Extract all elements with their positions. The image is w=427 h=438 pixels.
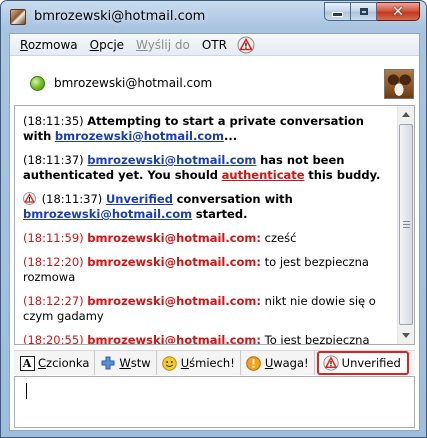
buddy-link[interactable]: bmrozewski@hotmail.com [23,207,192,221]
message-sender: bmrozewski@hotmail.com: [87,333,261,344]
message-timestamp: (18:11:37) [41,192,103,206]
unverified-link[interactable]: Unverified [106,192,173,206]
menu-rozmowa-accel: R [20,37,28,52]
unverified-warning-icon [23,192,36,205]
buddy-avatar [384,69,414,99]
menu-opcje-accel: O [89,37,100,52]
message-text-tail: this buddy. [308,168,381,182]
message-timestamp: (18:11:35) [23,114,84,128]
window-client: Rozmowa Opcje Wyślij do OTR bmrozewski@h… [9,33,420,431]
insert-button-label: Wstw [119,356,151,370]
otr-status-label: Unverified [341,356,401,370]
message-sender: bmrozewski@hotmail.com: [87,231,261,245]
conversation-scrollbar[interactable] [397,106,414,344]
attention-icon [246,355,262,371]
chat-message: (18:12:20) bmrozewski@hotmail.com: to je… [23,255,391,285]
insert-button[interactable]: Wstw [95,351,157,375]
chat-message: (18:11:59) bmrozewski@hotmail.com: cześć [23,231,391,246]
font-button-label: Czcionka [38,356,90,370]
message-timestamp: (18:12:20) [23,255,84,269]
buddy-icon [10,9,26,25]
message-timestamp: (18:20:55) [23,333,84,344]
system-message: (18:11:37) bmrozewski@hotmail.com has no… [23,153,391,183]
message-text: cześć [264,231,297,245]
message-sender: bmrozewski@hotmail.com: [87,255,261,269]
smile-button-label: Uśmiech! [180,356,235,370]
buddy-name: bmrozewski@hotmail.com [54,76,213,90]
maximize-icon [359,8,368,15]
menu-wyslij-do[interactable]: Wyślij do [130,35,196,55]
message-input[interactable] [14,376,415,428]
message-timestamp: (18:12:27) [23,294,84,308]
conversation-messages: (18:11:35) Attempting to start a private… [15,106,397,344]
menu-rozmowa-label: ozmowa [27,37,78,52]
otr-unverified-button[interactable]: Unverified [316,351,409,375]
minimize-icon [332,12,343,17]
font-button[interactable]: A Czcionka [14,351,96,375]
font-icon: A [19,355,35,371]
chat-window: bmrozewski@hotmail.com ✕ Rozmowa Opcje W… [0,0,427,438]
chat-message: (18:12:27) bmrozewski@hotmail.com: nikt … [23,294,391,324]
close-button[interactable]: ✕ [377,2,420,21]
attention-button[interactable]: Uwaga! [241,351,315,375]
otr-status-menu-button[interactable] [237,36,255,54]
text-caret [26,383,27,399]
smiley-icon [162,355,178,371]
close-icon: ✕ [392,3,404,20]
menu-wyslij-accel: W [136,37,148,52]
menu-otr-label: OTR [201,37,227,52]
menu-wyslij-label: yślij do [147,37,190,52]
message-timestamp: (18:11:59) [23,231,84,245]
menu-opcje-label: pcje [99,37,125,52]
message-text-tail: started. [195,207,248,221]
title-bar[interactable]: bmrozewski@hotmail.com ✕ [1,1,426,33]
system-message: (18:11:35) Attempting to start a private… [23,114,391,144]
window-controls: ✕ [324,2,420,21]
buddy-link[interactable]: bmrozewski@hotmail.com [87,153,256,167]
window-title: bmrozewski@hotmail.com [34,9,206,24]
menu-bar: Rozmowa Opcje Wyślij do OTR [10,34,419,56]
unverified-warning-icon [323,355,339,371]
plus-icon [100,355,116,371]
message-sender: bmrozewski@hotmail.com: [87,294,261,308]
authenticate-link[interactable]: authenticate [222,168,305,182]
scroll-up-icon [402,112,410,117]
format-toolbar: A Czcionka Wstw Uśmiech! Uwaga! Unverifi… [14,350,415,375]
menu-otr[interactable]: OTR [196,35,233,55]
message-text-tail: ... [224,129,238,143]
conversation-history[interactable]: (18:11:35) Attempting to start a private… [14,105,415,345]
scroll-thumb[interactable] [399,124,413,325]
minimize-button[interactable] [324,2,351,21]
chat-message: (18:20:55) bmrozewski@hotmail.com: To je… [23,333,391,344]
maximize-button[interactable] [351,2,377,21]
available-status-icon [30,76,45,91]
smile-button[interactable]: Uśmiech! [157,351,241,375]
buddy-link[interactable]: bmrozewski@hotmail.com [55,129,224,143]
menu-opcje[interactable]: Opcje [84,35,130,55]
message-timestamp: (18:11:37) [23,153,84,167]
message-text: conversation with [176,192,293,206]
attention-button-label: Uwaga! [264,356,309,370]
scroll-down-icon [402,333,410,338]
unverified-warning-icon [237,36,255,53]
scroll-down-button[interactable] [398,327,414,344]
buddy-header: bmrozewski@hotmail.com [10,57,419,102]
thumb-grip-icon [403,221,410,230]
menu-rozmowa[interactable]: Rozmowa [14,35,84,55]
scroll-up-button[interactable] [398,106,414,123]
system-message: (18:11:37) Unverified conversation with … [23,192,391,222]
